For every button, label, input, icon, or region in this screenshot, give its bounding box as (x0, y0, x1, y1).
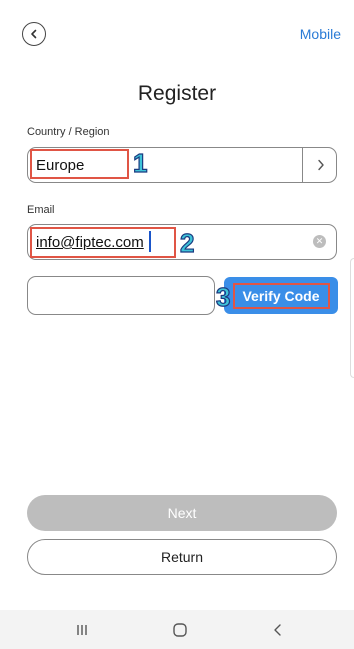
step-number-3: 3 (215, 281, 231, 312)
country-label: Country / Region (27, 126, 110, 138)
next-label: Next (167, 505, 197, 521)
step-number-1: 1 (132, 147, 148, 178)
country-select-button[interactable] (302, 147, 338, 183)
home-button[interactable] (160, 610, 200, 649)
highlight-box-email (30, 227, 176, 258)
clear-circle-icon[interactable]: ✕ (313, 235, 326, 248)
next-button[interactable]: Next (27, 495, 337, 531)
return-button[interactable]: Return (27, 539, 337, 575)
recent-apps-icon (77, 624, 87, 635)
highlight-box-country (30, 149, 129, 179)
mobile-link[interactable]: Mobile (300, 26, 341, 42)
home-icon (173, 622, 187, 637)
highlight-box-verify (233, 283, 330, 309)
chevron-right-icon (317, 159, 324, 171)
page-title: Register (137, 82, 217, 105)
nav-back-button[interactable] (258, 610, 298, 649)
return-label: Return (160, 549, 204, 565)
email-label: Email (27, 204, 55, 216)
nav-back-icon (274, 623, 281, 636)
side-edge-handle[interactable] (350, 258, 354, 378)
chevron-left-icon (31, 29, 37, 39)
back-button[interactable] (22, 22, 46, 46)
step-number-2: 2 (179, 227, 195, 258)
recent-apps-button[interactable] (62, 610, 102, 649)
verify-code-input[interactable] (27, 276, 215, 315)
